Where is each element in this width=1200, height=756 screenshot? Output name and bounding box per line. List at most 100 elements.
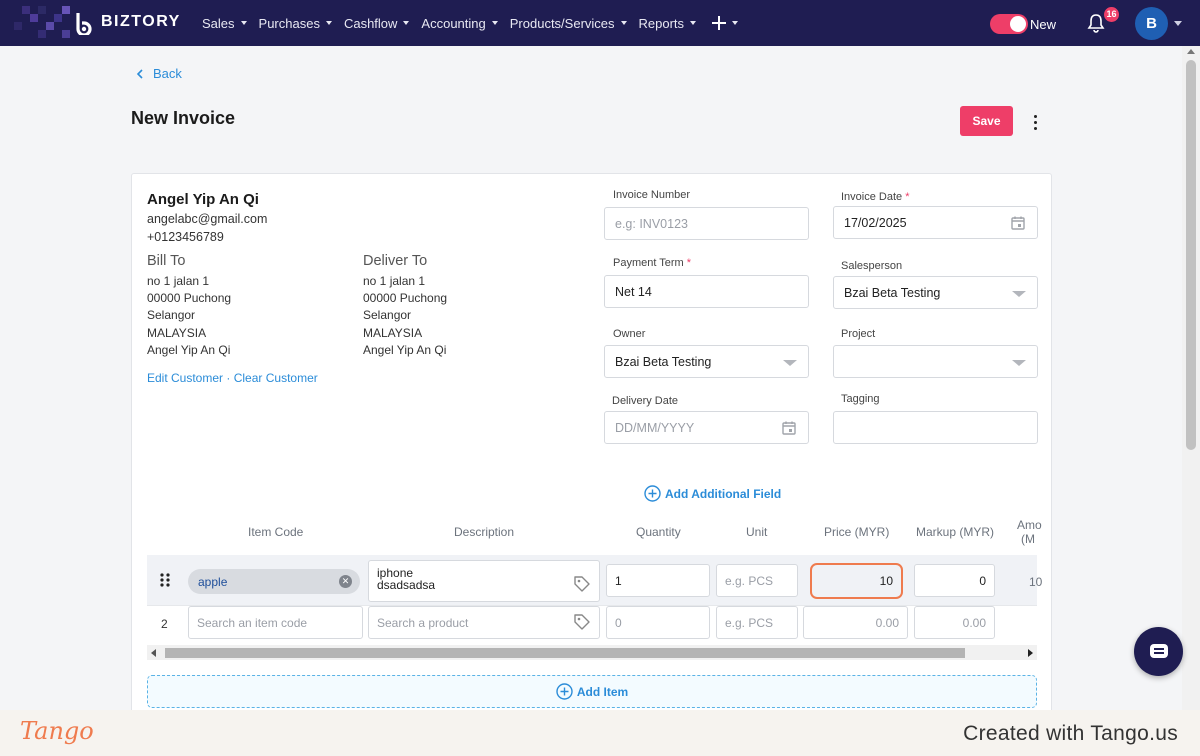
scroll-right-icon[interactable] xyxy=(1028,649,1033,657)
brand-name: BIZTORY xyxy=(101,13,181,30)
scroll-thumb[interactable] xyxy=(165,648,965,658)
scroll-left-icon[interactable] xyxy=(151,649,156,657)
markup-field[interactable]: 0 xyxy=(914,564,995,597)
invoice-card: Angel Yip An Qi angelabc@gmail.com +0123… xyxy=(131,173,1052,710)
column-header-amount-unit-cut: (M xyxy=(1021,532,1035,546)
new-ui-toggle[interactable] xyxy=(990,14,1028,34)
dropdown-arrow-icon xyxy=(783,360,797,366)
clear-customer-link[interactable]: Clear Customer xyxy=(234,371,318,385)
price-field[interactable]: 10 xyxy=(810,563,903,599)
unit-field[interactable]: e.g. PCS xyxy=(716,564,798,597)
salesperson-select[interactable]: Bzai Beta Testing xyxy=(833,276,1038,309)
product-search[interactable]: Search a product xyxy=(368,606,600,639)
quick-create-button[interactable] xyxy=(712,16,739,30)
nav-accounting[interactable]: Accounting xyxy=(421,15,498,31)
item-code-chip[interactable]: apple ✕ xyxy=(188,569,360,594)
back-link[interactable]: Back xyxy=(136,66,182,81)
nav-purchases-label: Purchases xyxy=(258,15,320,31)
toggle-knob xyxy=(1010,16,1026,32)
payment-term-field[interactable]: Net 14 xyxy=(604,275,809,308)
save-button[interactable]: Save xyxy=(960,106,1013,136)
toggle-label: New xyxy=(1030,17,1057,32)
salesperson-label: Salesperson xyxy=(841,260,903,272)
invoice-date-field[interactable]: 17/02/2025 xyxy=(833,206,1038,239)
nav-sales[interactable]: Sales xyxy=(202,16,247,31)
add-additional-field-button[interactable]: Add Additional Field xyxy=(644,485,781,502)
required-mark: * xyxy=(905,191,910,203)
add-item-button[interactable]: Add Item xyxy=(147,675,1037,708)
delivery-date-label: Delivery Date xyxy=(612,395,679,407)
edit-customer-link[interactable]: Edit Customer xyxy=(147,371,223,385)
more-options-icon[interactable] xyxy=(1026,111,1044,133)
nav-accounting-label: Accounting xyxy=(421,15,486,31)
plus-icon xyxy=(712,16,727,30)
tag-icon[interactable] xyxy=(573,613,591,631)
invoice-date-value: 17/02/2025 xyxy=(844,215,907,230)
plus-circle-icon xyxy=(644,485,661,502)
bell-icon[interactable] xyxy=(1086,13,1106,33)
avatar[interactable]: B xyxy=(1135,7,1168,40)
deliver-to-line: no 1 jalan 1 xyxy=(363,274,426,288)
logo[interactable]: BIZTORY xyxy=(0,0,190,46)
page-scrollbar[interactable] xyxy=(1182,46,1200,710)
tag-icon[interactable] xyxy=(573,575,591,593)
column-header-description: Description xyxy=(454,525,515,539)
nav-purchases[interactable]: Purchases xyxy=(259,16,332,31)
tagging-field[interactable] xyxy=(833,411,1038,444)
delivery-date-field[interactable]: DD/MM/YYYY xyxy=(604,411,809,444)
quantity-field[interactable]: 1 xyxy=(606,564,710,597)
chevron-down-icon[interactable] xyxy=(1174,21,1182,26)
bill-to-line: 00000 Puchong xyxy=(147,291,232,305)
quantity-field[interactable]: 0 xyxy=(606,606,710,639)
chevron-down-icon xyxy=(325,21,332,25)
tagging-label: Tagging xyxy=(841,393,880,405)
item-code-search[interactable]: Search an item code xyxy=(188,606,363,639)
column-header-unit: Unit xyxy=(746,525,768,539)
invoice-number-label: Invoice Number xyxy=(613,189,691,201)
project-select[interactable] xyxy=(833,345,1038,378)
amount-value-cut: 10 xyxy=(1029,575,1043,589)
clear-icon[interactable]: ✕ xyxy=(339,575,352,588)
deliver-to-line: MALAYSIA xyxy=(363,326,423,340)
scroll-up-icon[interactable] xyxy=(1187,49,1195,54)
chat-button[interactable] xyxy=(1134,627,1183,676)
bill-to-line: no 1 jalan 1 xyxy=(147,274,210,288)
customer-name: Angel Yip An Qi xyxy=(147,191,259,208)
delivery-date-placeholder: DD/MM/YYYY xyxy=(615,420,695,435)
payment-term-label-text: Payment Term xyxy=(613,257,684,269)
description-line: dsadsadsa xyxy=(377,578,436,592)
description-field[interactable]: iphone dsadsadsa xyxy=(368,560,600,602)
item-code-value: apple xyxy=(198,574,228,589)
nav-reports[interactable]: Reports xyxy=(639,16,697,31)
nav-cashflow[interactable]: Cashflow xyxy=(343,15,410,31)
customer-actions: Edit Customer · Clear Customer xyxy=(147,371,318,385)
bill-to-heading: Bill To xyxy=(147,253,186,269)
add-field-label: Add Additional Field xyxy=(665,486,782,501)
top-navbar: BIZTORY Sales Purchases Cashflow Account… xyxy=(0,0,1200,46)
owner-label: Owner xyxy=(613,328,646,340)
owner-select[interactable]: Bzai Beta Testing xyxy=(604,345,809,378)
tango-logo: Tango xyxy=(20,717,94,745)
scroll-thumb[interactable] xyxy=(1186,60,1196,450)
invoice-number-field[interactable]: e.g: INV0123 xyxy=(604,207,809,240)
calendar-icon[interactable] xyxy=(782,421,796,435)
table-horizontal-scrollbar[interactable] xyxy=(147,645,1037,660)
row-number: 2 xyxy=(161,617,168,631)
markup-field[interactable]: 0.00 xyxy=(914,606,995,639)
nav-cashflow-label: Cashflow xyxy=(343,15,398,31)
drag-handle-icon[interactable] xyxy=(160,573,170,587)
chevron-down-icon xyxy=(620,21,627,25)
dropdown-arrow-icon xyxy=(1012,291,1026,297)
page-title: New Invoice xyxy=(131,108,236,128)
nav-products-services[interactable]: Products/Services xyxy=(510,16,627,31)
price-field[interactable]: 0.00 xyxy=(803,606,908,639)
unit-field[interactable]: e.g. PCS xyxy=(716,606,798,639)
tango-footer: Tango Created with Tango.us xyxy=(0,710,1200,756)
deliver-to-line: Angel Yip An Qi xyxy=(363,343,447,357)
owner-value: Bzai Beta Testing xyxy=(615,354,712,369)
main-nav: Sales Purchases Cashflow Accounting Prod… xyxy=(202,0,739,46)
calendar-icon[interactable] xyxy=(1011,216,1025,230)
payment-term-label: Payment Term * xyxy=(613,257,691,269)
add-item-label: Add Item xyxy=(576,684,629,699)
column-header-price: Price (MYR) xyxy=(824,525,890,539)
